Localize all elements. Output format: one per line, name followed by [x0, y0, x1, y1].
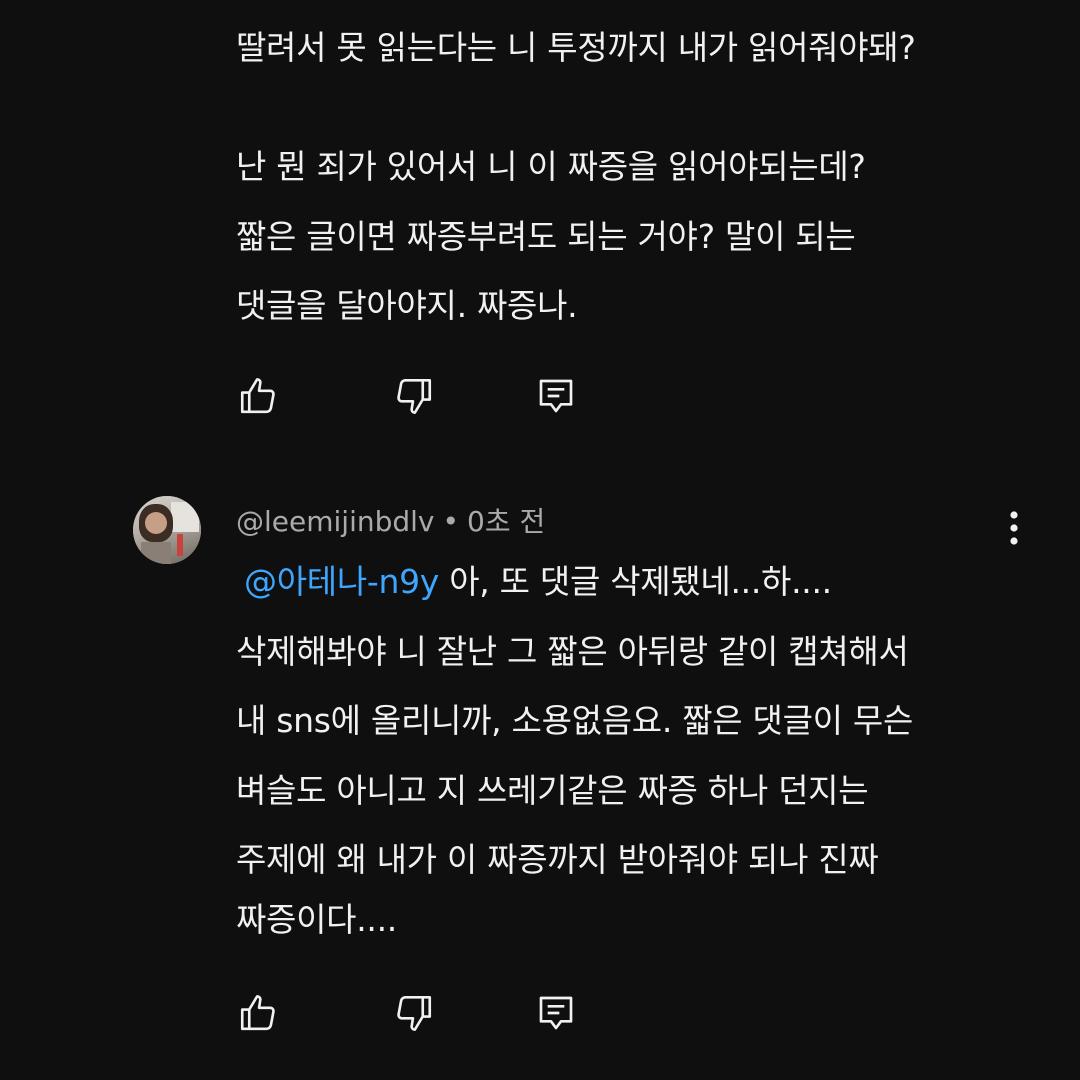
dislike-button[interactable]: [392, 374, 436, 418]
comment-2-meta: @leemijinbdlv • 0초 전: [236, 505, 545, 539]
like-button[interactable]: [236, 374, 280, 418]
comment-1-line: 짧은 글이면 짜증부려도 되는 거야? 말이 되는: [236, 217, 856, 256]
dislike-button[interactable]: [392, 991, 436, 1035]
like-button[interactable]: [236, 991, 280, 1035]
comment-2-line: 내 sns에 올리니까, 소용없음요. 짧은 댓글이 무슨: [236, 701, 913, 740]
comment-1-line: 딸려서 못 읽는다는 니 투정까지 내가 읽어줘야돼?: [236, 28, 916, 67]
reply-button[interactable]: [534, 991, 578, 1035]
comment-1-line: 댓글을 달아야지. 짜증나.: [236, 286, 578, 325]
comment-2-line: 주제에 왜 내가 이 짜증까지 받아줘야 되나 진짜: [236, 840, 879, 879]
dislike-icon: [393, 375, 435, 417]
mention-link[interactable]: @아테나-n9y: [244, 562, 439, 601]
reply-icon: [536, 376, 576, 416]
avatar[interactable]: [133, 496, 201, 564]
comment-2-actions: [236, 991, 596, 1035]
like-icon: [237, 375, 279, 417]
meta-separator: •: [442, 505, 460, 538]
reply-icon: [536, 993, 576, 1033]
dislike-icon: [393, 992, 435, 1034]
comment-1-line: 난 뭔 죄가 있어서 니 이 짜증을 읽어야되는데?: [236, 147, 866, 186]
comment-2-line: 짜증이다....: [236, 900, 397, 939]
comment-1-actions: [236, 374, 596, 418]
more-options-button[interactable]: [996, 510, 1032, 550]
comment-2-first-line: @아테나-n9y 아, 또 댓글 삭제됐네...하....: [236, 565, 832, 598]
author-handle[interactable]: @leemijinbdlv: [236, 505, 435, 538]
timestamp: 0초 전: [467, 505, 546, 538]
comment-2-text: 아, 또 댓글 삭제됐네...하....: [439, 562, 832, 601]
like-icon: [237, 992, 279, 1034]
more-vert-icon: [1009, 510, 1019, 550]
reply-button[interactable]: [534, 374, 578, 418]
comment-2-line: 삭제해봐야 니 잘난 그 짧은 아뒤랑 같이 캡쳐해서: [236, 632, 909, 671]
comment-2-line: 벼슬도 아니고 지 쓰레기같은 짜증 하나 던지는: [236, 771, 869, 810]
